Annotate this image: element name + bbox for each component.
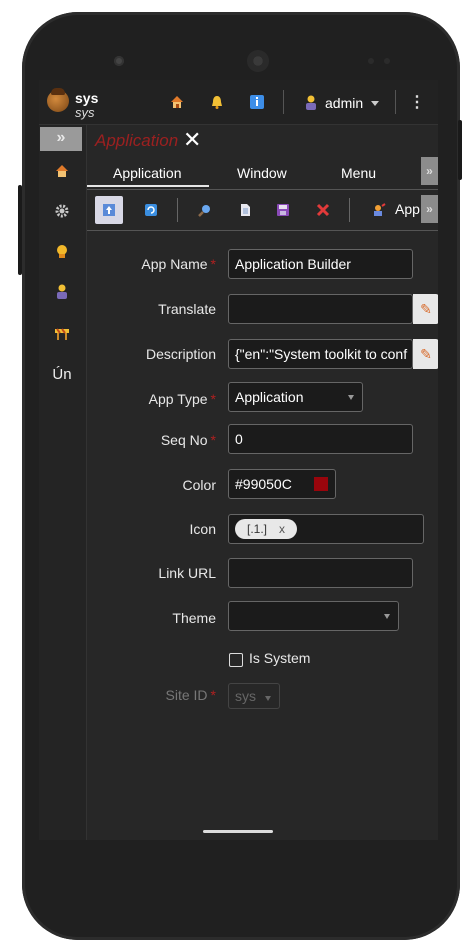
- upload-button[interactable]: [95, 196, 123, 224]
- user-icon[interactable]: [303, 94, 319, 110]
- main-content: Application ✕ Application Window Menu »: [87, 125, 438, 840]
- app-type-value: Application: [235, 389, 304, 405]
- app-name-field[interactable]: Application Builder: [228, 249, 413, 279]
- pencil-icon[interactable]: ✎: [413, 339, 438, 369]
- new-document-button[interactable]: [231, 196, 259, 224]
- volume-button: [18, 185, 22, 275]
- sidebar-item-text[interactable]: Ún: [51, 365, 73, 385]
- home-indicator[interactable]: [203, 830, 273, 833]
- app-toolbar-link[interactable]: App: [395, 201, 420, 217]
- icon-chip[interactable]: [.1.] x: [235, 519, 297, 539]
- chevron-down-icon: [265, 696, 271, 701]
- toolbar-divider: [395, 90, 396, 114]
- more-vert-icon[interactable]: ⋮: [409, 92, 425, 112]
- toolbar-divider: [283, 90, 284, 114]
- sidebar-home-icon[interactable]: [51, 163, 73, 183]
- toolbar-divider: [177, 198, 178, 222]
- icon-field[interactable]: [.1.] x: [228, 514, 424, 544]
- is-system-label: Is System: [249, 650, 311, 666]
- translate-field[interactable]: [228, 294, 413, 324]
- link-url-field[interactable]: [228, 558, 413, 588]
- bell-icon[interactable]: [209, 94, 225, 110]
- earpiece-speaker: [247, 50, 269, 72]
- app-type-select[interactable]: Application: [228, 382, 363, 412]
- theme-select[interactable]: [228, 601, 399, 631]
- brand-name: sys: [75, 90, 99, 106]
- icon-label: Icon: [189, 521, 216, 537]
- chevron-down-icon[interactable]: [371, 101, 379, 106]
- icon-chip-value: [.1.]: [247, 522, 268, 536]
- chevron-down-icon: [348, 395, 354, 400]
- sidebar-toggle-button[interactable]: »: [40, 127, 82, 151]
- site-id-select[interactable]: sys: [228, 683, 280, 709]
- save-button[interactable]: [269, 196, 297, 224]
- gear-icon[interactable]: [51, 203, 73, 223]
- power-button: [458, 120, 462, 180]
- acorn-logo-cap: [51, 88, 65, 95]
- search-icon[interactable]: [191, 196, 219, 224]
- close-icon[interactable]: ✕: [183, 127, 201, 153]
- info-icon[interactable]: [249, 94, 265, 110]
- color-label: Color: [182, 477, 216, 493]
- site-id-value: sys: [235, 688, 256, 704]
- app-builder-icon[interactable]: [365, 196, 393, 224]
- description-field[interactable]: {"en":"System toolkit to conf: [228, 339, 413, 369]
- app-type-label: App Type *: [148, 391, 216, 407]
- seq-no-label: Seq No *: [160, 432, 216, 448]
- translate-label: Translate: [158, 301, 216, 317]
- tab-scroll-right-button[interactable]: »: [421, 157, 438, 185]
- chip-remove-icon[interactable]: x: [279, 519, 285, 539]
- pencil-icon[interactable]: ✎: [413, 294, 438, 324]
- seq-no-field[interactable]: 0: [228, 424, 413, 454]
- brand-subtitle: sys: [75, 105, 95, 120]
- app-name-label: App Name *: [141, 256, 216, 272]
- user-menu-name[interactable]: admin: [325, 95, 363, 111]
- tab-window[interactable]: Window: [237, 165, 287, 181]
- description-label: Description: [145, 346, 216, 362]
- front-camera: [114, 56, 124, 66]
- refresh-button[interactable]: [137, 196, 165, 224]
- page-title: Application: [95, 131, 179, 150]
- toolbar-scroll-right-button[interactable]: »: [421, 195, 438, 223]
- home-icon[interactable]: [169, 94, 185, 110]
- link-url-label: Link URL: [158, 565, 216, 581]
- color-swatch[interactable]: [314, 477, 328, 491]
- proximity-sensor: [368, 58, 374, 64]
- chevron-down-icon: [384, 614, 390, 619]
- app-screen: sys sys admin ⋮ » Ún Application ✕ Appli…: [39, 80, 438, 840]
- is-system-checkbox[interactable]: [229, 653, 243, 667]
- tab-application[interactable]: Application: [113, 165, 182, 181]
- light-sensor: [384, 58, 390, 64]
- active-tab-indicator: [87, 185, 209, 187]
- site-id-label: Site ID *: [165, 687, 216, 703]
- toolbar-divider: [349, 198, 350, 222]
- delete-button[interactable]: [309, 196, 337, 224]
- form-toolbar: [87, 189, 438, 231]
- badge-icon[interactable]: [51, 243, 73, 263]
- theme-label: Theme: [172, 610, 216, 626]
- sidebar: » Ún: [39, 125, 87, 840]
- sidebar-user-icon[interactable]: [51, 283, 73, 303]
- top-bar: sys sys admin ⋮: [39, 80, 438, 125]
- tab-menu[interactable]: Menu: [341, 165, 376, 181]
- barrier-icon[interactable]: [51, 325, 73, 345]
